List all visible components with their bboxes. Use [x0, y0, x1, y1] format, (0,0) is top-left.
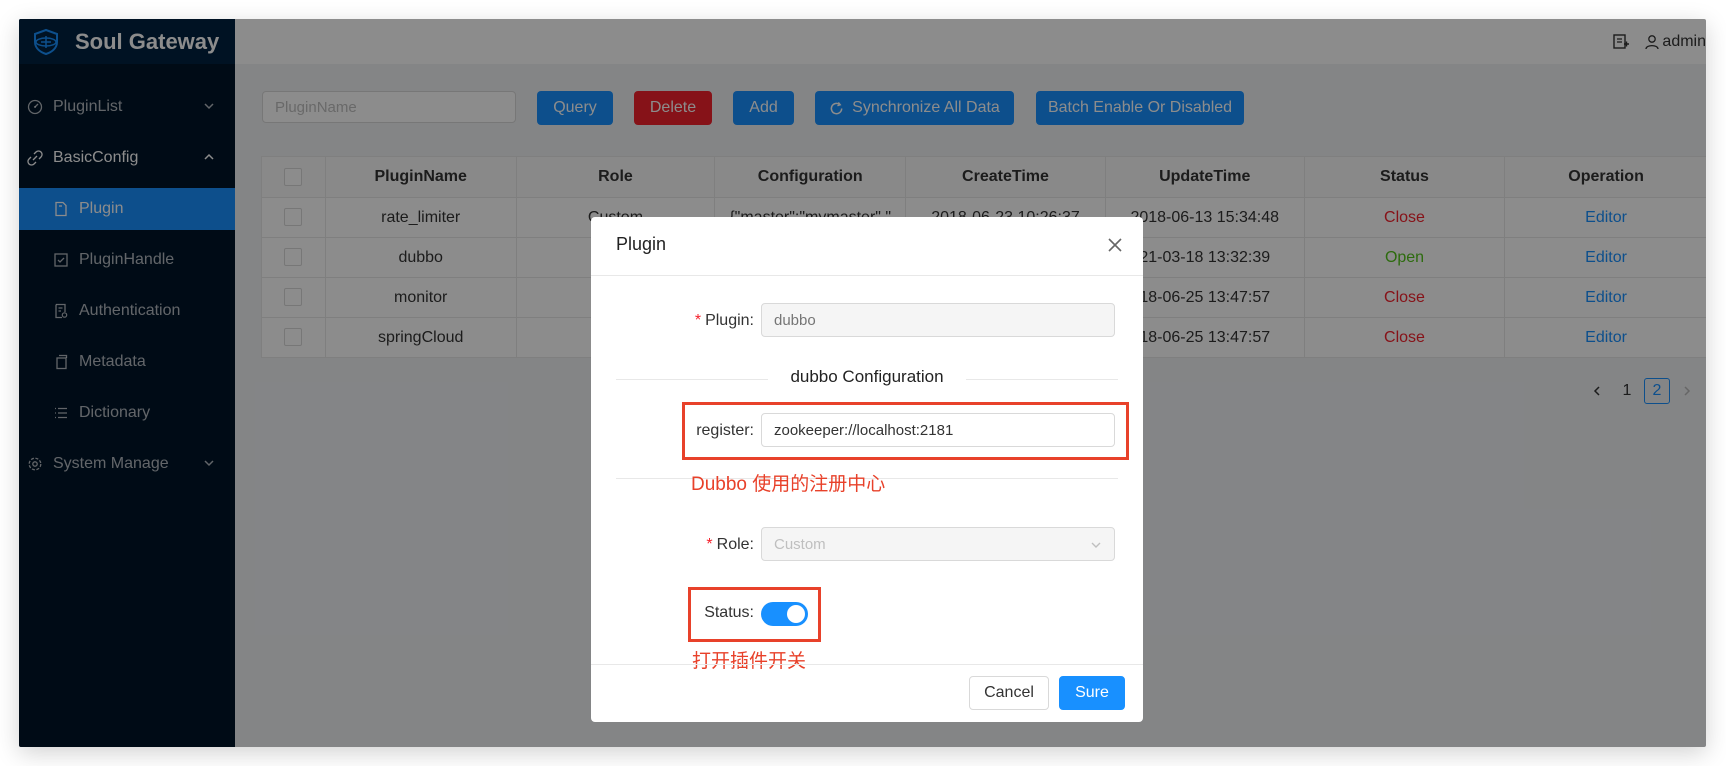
role-select-value: Custom — [774, 535, 826, 553]
plugin-field-label: * Plugin: — [694, 312, 754, 329]
chevron-down-icon — [1091, 542, 1101, 548]
modal-title: Plugin — [616, 234, 667, 254]
section-title-text: dubbo Configuration — [768, 367, 966, 386]
role-label-text: Role — [716, 536, 750, 553]
role-select[interactable]: Custom — [761, 527, 1115, 561]
plugin-label-text: Plugin — [705, 312, 750, 329]
register-highlight-box — [682, 402, 1129, 460]
cancel-button[interactable]: Cancel — [969, 676, 1049, 710]
register-annotation: Dubbo 使用的注册中心 — [691, 474, 886, 495]
required-mark: * — [706, 536, 713, 553]
sure-button[interactable]: Sure — [1059, 676, 1125, 710]
modal-header: Plugin — [591, 217, 1143, 276]
plugin-modal: Plugin *Plugin: dubbo Configuration regi… — [591, 217, 1143, 722]
plugin-name-field[interactable] — [761, 303, 1115, 337]
status-highlight-box — [688, 587, 821, 642]
dubbo-configuration-title: dubbo Configuration — [591, 367, 1143, 387]
modal-footer: Cancel Sure — [591, 664, 1143, 722]
required-mark: * — [694, 312, 702, 329]
role-field-label: * Role: — [706, 536, 754, 553]
close-icon[interactable] — [1105, 235, 1125, 255]
app-window: Soul Gateway PluginList BasicConfig Plug… — [19, 19, 1706, 747]
